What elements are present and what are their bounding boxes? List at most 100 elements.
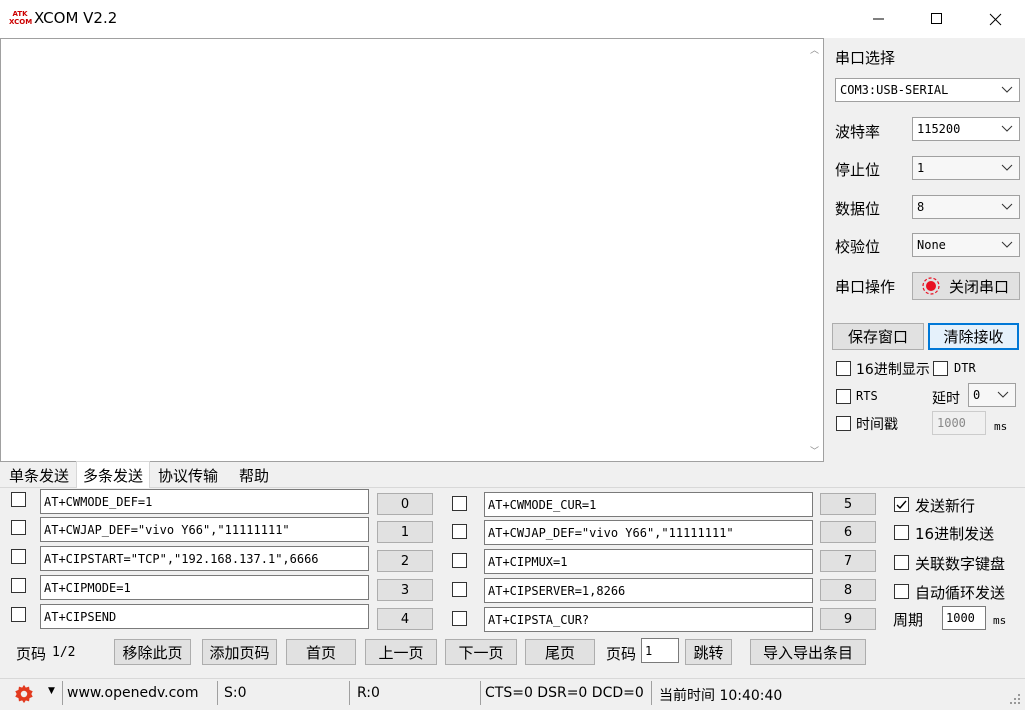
row-checkbox[interactable] [452,582,467,597]
status-separator [480,681,481,705]
save-window-button[interactable]: 保存窗口 [832,323,924,350]
link-keypad-checkbox[interactable] [894,555,909,570]
hex-display-checkbox[interactable] [836,361,851,376]
parity-select[interactable]: None [912,233,1020,257]
row-checkbox[interactable] [11,549,26,564]
add-page-button[interactable]: 添加页码 [202,639,277,665]
row-checkbox[interactable] [452,611,467,626]
command-input[interactable]: AT+CIPMUX=1 [484,549,813,574]
command-input[interactable]: AT+CIPSTA_CUR? [484,607,813,632]
row-checkbox[interactable] [11,520,26,535]
rts-checkbox[interactable] [836,389,851,404]
row-checkbox[interactable] [11,607,26,622]
delay-select[interactable]: 0 [968,383,1016,407]
goto-page-label: 页码 [606,645,637,663]
period-input[interactable]: 1000 [942,606,986,630]
goto-page-input[interactable]: 1 [641,638,679,663]
chevron-down-icon [997,391,1009,398]
send-button[interactable]: 3 [377,579,433,601]
baud-select[interactable]: 115200 [912,117,1020,141]
row-checkbox[interactable] [11,492,26,507]
auto-loop-checkbox[interactable] [894,584,909,599]
send-button[interactable]: 8 [820,579,876,601]
clear-receive-button[interactable]: 清除接收 [928,323,1019,350]
close-button[interactable] [966,0,1024,38]
timestamp-interval-value: 1000 [937,416,966,430]
command-input[interactable]: AT+CIPSTART="TCP","192.168.137.1",6666 [40,546,369,571]
baud-label: 波特率 [835,123,881,141]
gear-icon [15,684,33,704]
receive-textarea[interactable]: ︿ ﹀ [0,38,824,462]
command-input[interactable]: AT+CIPSEND [40,604,369,629]
baud-value: 115200 [917,122,961,136]
databits-select[interactable]: 8 [912,195,1020,219]
prev-page-button[interactable]: 上一页 [365,639,437,665]
send-button[interactable]: 6 [820,521,876,543]
modem-lines-status: CTS=0 DSR=0 DCD=0 [485,685,644,701]
send-button[interactable]: 4 [377,608,433,630]
dropdown-arrow-icon[interactable]: ▼ [48,686,55,696]
tab-help[interactable]: 帮助 [226,463,282,488]
dtr-label: DTR [954,361,976,375]
timestamp-label: 时间戳 [856,417,898,433]
minimize-button[interactable] [850,0,908,38]
timestamp-interval-input[interactable]: 1000 [932,411,986,435]
sent-count: S:0 [224,685,247,701]
send-button[interactable]: 2 [377,550,433,572]
row-checkbox[interactable] [452,496,467,511]
tab-single-send[interactable]: 单条发送 [3,463,75,488]
timestamp-ms-label: ms [994,420,1008,433]
send-button[interactable]: 9 [820,608,876,630]
chevron-down-icon [1001,86,1013,93]
row-checkbox[interactable] [452,524,467,539]
chevron-down-icon [1001,164,1013,171]
title-bar: ATK XCOM XCOM V2.2 [0,0,1025,38]
command-input[interactable]: AT+CWJAP_DEF="vivo Y66","11111111" [40,517,369,542]
maximize-button[interactable] [908,0,966,38]
close-port-button[interactable]: 关闭串口 [912,272,1020,300]
status-separator [62,681,63,705]
command-input[interactable]: AT+CWMODE_CUR=1 [484,492,813,517]
jump-button[interactable]: 跳转 [685,639,732,665]
parity-label: 校验位 [835,238,881,256]
website-link[interactable]: www.openedv.com [67,685,199,701]
scroll-up-icon[interactable]: ︿ [810,43,819,56]
timestamp-checkbox[interactable] [836,416,851,431]
hex-send-checkbox[interactable] [894,525,909,540]
port-op-label: 串口操作 [835,278,896,296]
receive-scrollbar[interactable]: ︿ ﹀ [806,39,823,461]
parity-value: None [917,238,946,252]
close-icon [989,13,1001,25]
tab-multi-send[interactable]: 多条发送 [76,461,150,488]
page-indicator: 1/2 [52,645,76,660]
row-checkbox[interactable] [11,578,26,593]
send-button[interactable]: 7 [820,550,876,572]
import-export-button[interactable]: 导入导出条目 [750,639,866,665]
port-label: 串口选择 [835,49,896,67]
remove-page-button[interactable]: 移除此页 [114,639,191,665]
resize-grip-icon[interactable] [1008,692,1022,710]
send-button[interactable]: 0 [377,493,433,515]
command-input[interactable]: AT+CWJAP_DEF="vivo Y66","11111111" [484,520,813,545]
current-time: 当前时间 10:40:40 [659,688,783,704]
row-checkbox[interactable] [452,553,467,568]
command-input[interactable]: AT+CIPSERVER=1,8266 [484,578,813,603]
first-page-button[interactable]: 首页 [286,639,356,665]
scroll-down-icon[interactable]: ﹀ [810,444,819,457]
send-button[interactable]: 5 [820,493,876,515]
status-separator [217,681,218,705]
send-newline-checkbox[interactable] [894,497,909,512]
received-count: R:0 [357,685,380,701]
send-button[interactable]: 1 [377,521,433,543]
last-page-button[interactable]: 尾页 [525,639,595,665]
tab-protocol[interactable]: 协议传输 [152,463,224,488]
command-input[interactable]: AT+CWMODE_DEF=1 [40,489,369,514]
command-input[interactable]: AT+CIPMODE=1 [40,575,369,600]
settings-button[interactable] [13,683,35,709]
port-select[interactable]: COM3:USB-SERIAL [835,78,1020,102]
port-value: COM3:USB-SERIAL [840,83,949,97]
next-page-button[interactable]: 下一页 [445,639,517,665]
delay-label: 延时 [932,391,960,407]
dtr-checkbox[interactable] [933,361,948,376]
stopbits-select[interactable]: 1 [912,156,1020,180]
